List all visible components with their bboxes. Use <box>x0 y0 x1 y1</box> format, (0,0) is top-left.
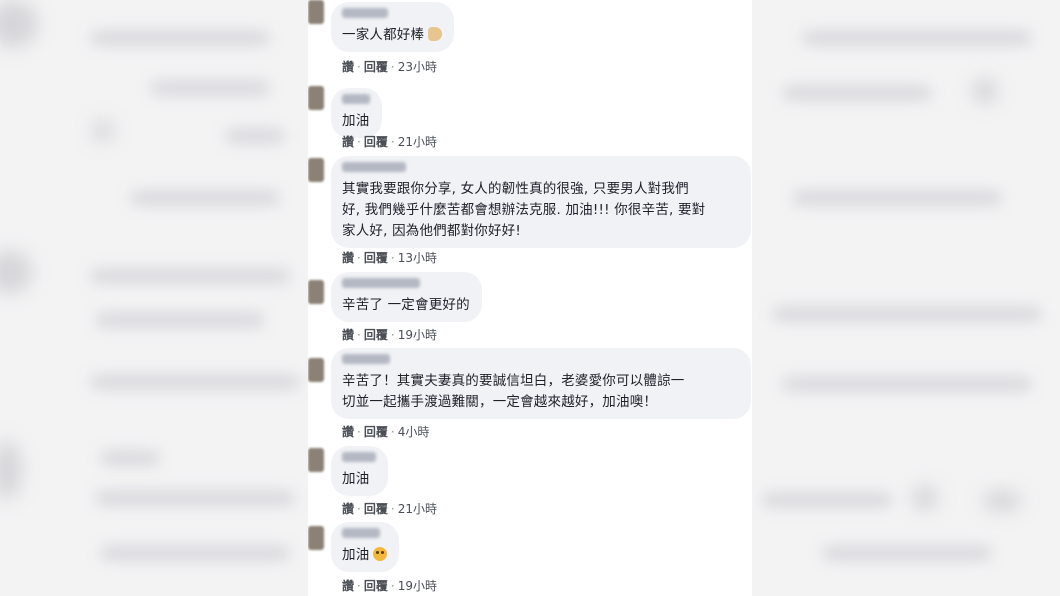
comment-actions: 讚 · 回覆 · 19小時 <box>342 326 437 343</box>
separator: · <box>357 328 361 342</box>
thumbs-up-icon <box>428 27 443 41</box>
comment-actions: 讚 · 回覆 · 13小時 <box>342 249 437 266</box>
timestamp[interactable]: 13小時 <box>398 251 437 265</box>
avatar[interactable] <box>308 358 324 382</box>
avatar[interactable] <box>308 280 324 304</box>
comment-actions: 讚 · 回覆 · 23小時 <box>342 58 437 75</box>
blurred-left-backdrop <box>0 0 308 596</box>
separator: · <box>357 425 361 439</box>
comment-bubble: 加油 <box>331 522 400 572</box>
avatar[interactable] <box>308 448 324 472</box>
comment-bubble: 一家人都好棒 <box>331 2 455 52</box>
separator: · <box>390 425 395 439</box>
comment-bubble: 加油 <box>331 88 382 138</box>
separator: · <box>390 135 395 149</box>
like-link[interactable]: 讚 <box>342 251 354 265</box>
like-link[interactable]: 讚 <box>342 502 354 516</box>
like-link[interactable]: 讚 <box>342 135 354 149</box>
separator: · <box>357 60 361 74</box>
comment-actions: 讚 · 回覆 · 21小時 <box>342 133 437 150</box>
comment-text: 辛苦了 一定會更好的 <box>342 297 470 313</box>
crying-face-icon <box>373 547 388 561</box>
comment-actions: 讚 · 回覆 · 4小時 <box>342 423 429 440</box>
separator: · <box>357 135 361 149</box>
timestamp[interactable]: 19小時 <box>398 579 437 593</box>
commenter-name-blurred[interactable] <box>342 452 376 462</box>
reply-link[interactable]: 回覆 <box>364 135 388 149</box>
commenter-name-blurred[interactable] <box>342 528 380 538</box>
timestamp[interactable]: 23小時 <box>398 60 437 74</box>
reply-link[interactable]: 回覆 <box>364 328 388 342</box>
separator: · <box>390 328 395 342</box>
separator: · <box>390 251 395 265</box>
avatar[interactable] <box>308 158 324 182</box>
avatar[interactable] <box>308 0 324 24</box>
comment-bubble: 辛苦了！其實夫妻真的要誠信坦白，老婆愛你可以體諒一 切並一起攜手渡過難關，一定會… <box>331 348 751 419</box>
timestamp[interactable]: 19小時 <box>398 328 437 342</box>
timestamp[interactable]: 21小時 <box>398 135 437 149</box>
commenter-name-blurred[interactable] <box>342 8 388 18</box>
separator: · <box>357 579 361 593</box>
comment-actions: 讚 · 回覆 · 19小時 <box>342 577 437 594</box>
commenter-name-blurred[interactable] <box>342 162 406 172</box>
timestamp[interactable]: 21小時 <box>398 502 437 516</box>
like-link[interactable]: 讚 <box>342 579 354 593</box>
avatar[interactable] <box>308 526 324 550</box>
like-link[interactable]: 讚 <box>342 425 354 439</box>
like-link[interactable]: 讚 <box>342 60 354 74</box>
separator: · <box>390 60 395 74</box>
commenter-name-blurred[interactable] <box>342 354 390 364</box>
comment-text: 加油 <box>342 547 370 563</box>
comment-thread: 一家人都好棒 讚 · 回覆 · 23小時 加油 讚 · 回覆 · 21小時 其實我要跟你分享, … <box>308 0 752 596</box>
like-link[interactable]: 讚 <box>342 328 354 342</box>
reply-link[interactable]: 回覆 <box>364 502 388 516</box>
commenter-name-blurred[interactable] <box>342 94 370 104</box>
comment-text: 加油 <box>342 113 370 129</box>
separator: · <box>357 502 361 516</box>
comment-text: 其實我要跟你分享, 女人的韌性真的很強, 只要男人對我們 好, 我們幾乎什麼苦都… <box>342 181 706 239</box>
comment-text: 一家人都好棒 <box>342 27 425 43</box>
reply-link[interactable]: 回覆 <box>364 579 388 593</box>
separator: · <box>357 251 361 265</box>
comment-text: 加油 <box>342 471 370 487</box>
comment-actions: 讚 · 回覆 · 21小時 <box>342 500 437 517</box>
comment-text: 辛苦了！其實夫妻真的要誠信坦白，老婆愛你可以體諒一 切並一起攜手渡過難關，一定會… <box>342 373 685 410</box>
comment-bubble: 加油 <box>331 446 388 496</box>
reply-link[interactable]: 回覆 <box>364 251 388 265</box>
comment-bubble: 辛苦了 一定會更好的 <box>331 272 482 322</box>
comment-bubble: 其實我要跟你分享, 女人的韌性真的很強, 只要男人對我們 好, 我們幾乎什麼苦都… <box>331 156 751 248</box>
reply-link[interactable]: 回覆 <box>364 425 388 439</box>
reply-link[interactable]: 回覆 <box>364 60 388 74</box>
avatar[interactable] <box>308 86 324 110</box>
blurred-right-backdrop <box>752 0 1060 596</box>
commenter-name-blurred[interactable] <box>342 278 420 288</box>
timestamp[interactable]: 4小時 <box>398 425 430 439</box>
separator: · <box>390 579 395 593</box>
separator: · <box>390 502 395 516</box>
